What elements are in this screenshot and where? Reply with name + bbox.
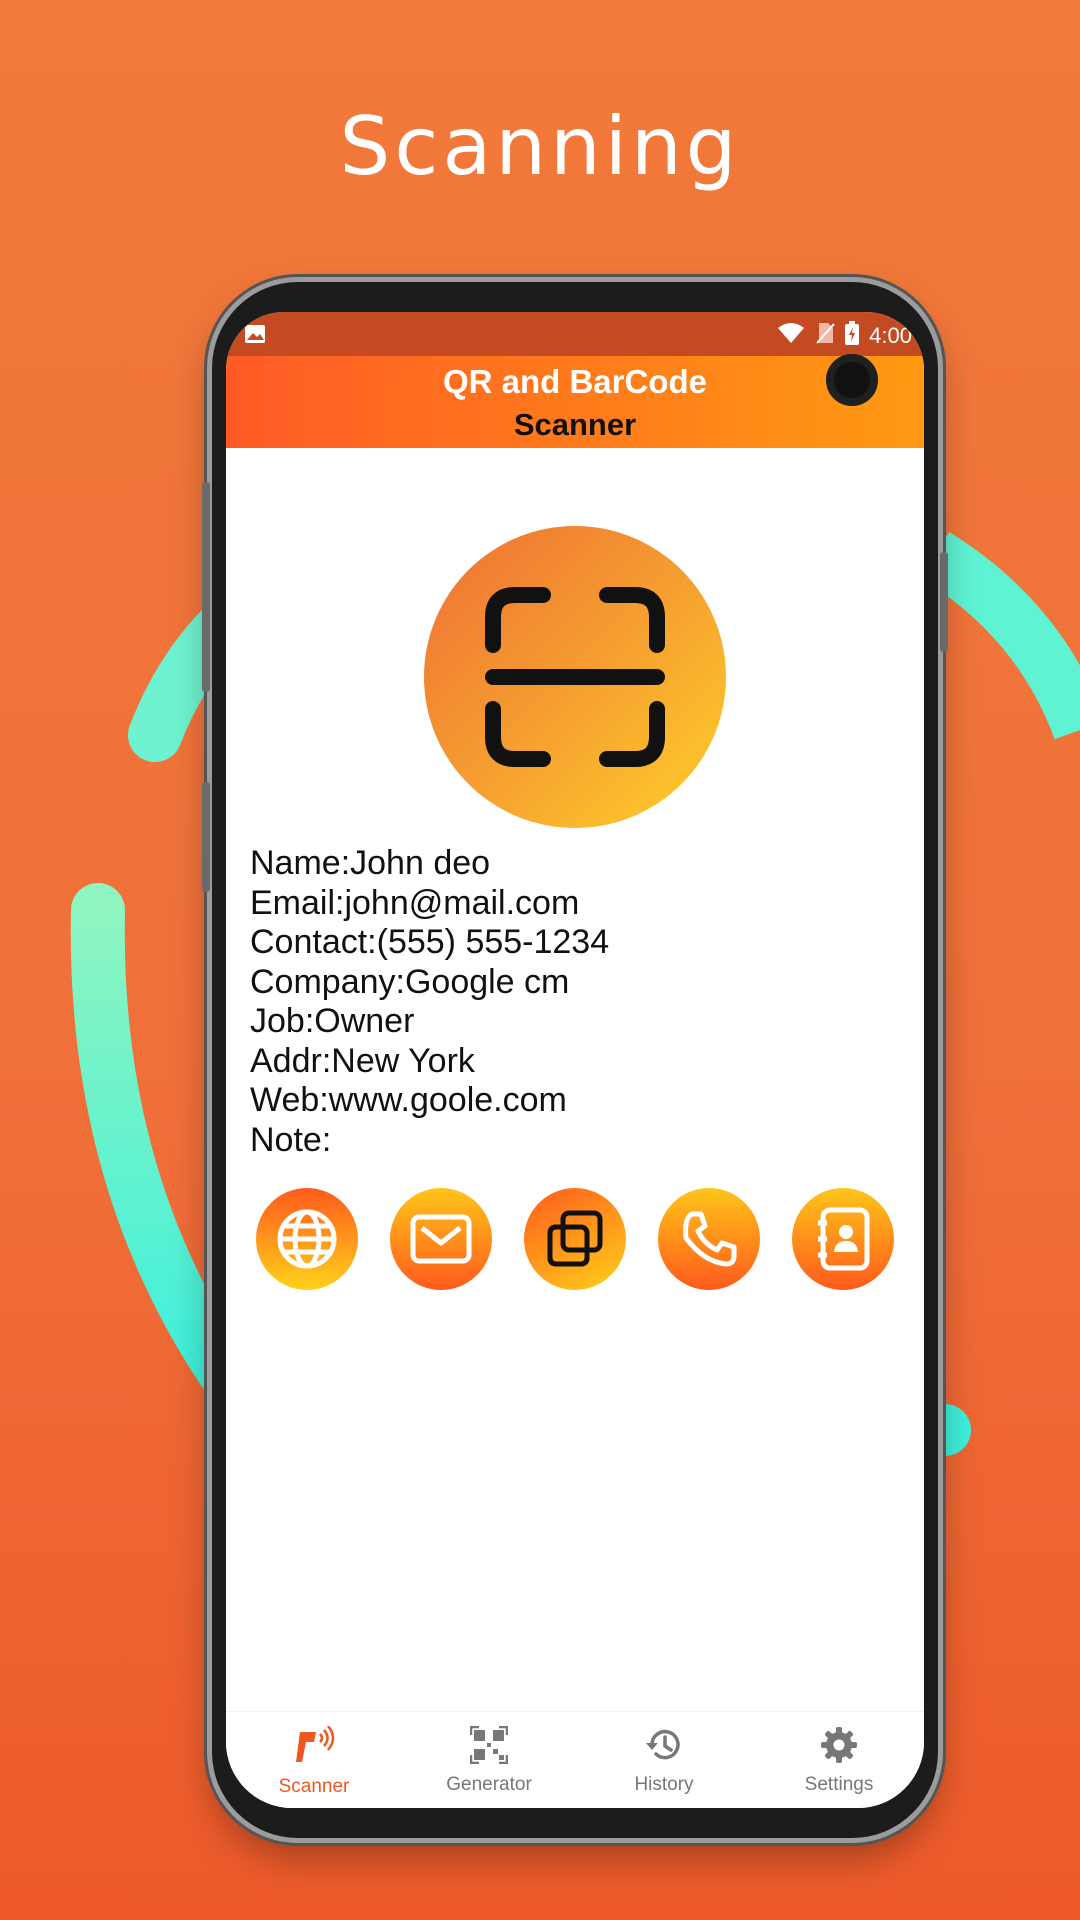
add-contact-button[interactable] [792,1188,894,1290]
result-company: Company:Google cm [250,962,570,1001]
app-title-line1: QR and BarCode [442,363,708,400]
promo-headline: Scanning [339,100,741,193]
phone-icon [683,1211,737,1267]
phone-frame: 4:00 QR and BarCode Scanner Name:John de… [202,282,948,1838]
scan-frame-icon [485,587,665,767]
front-camera [826,354,878,406]
nav-history[interactable]: History [589,1726,739,1796]
result-contact: Contact:(555) 555-1234 [250,923,610,961]
call-button[interactable] [658,1188,760,1290]
result-job: Job:Owner [250,1002,415,1040]
qr-code-icon [469,1725,509,1765]
battery-charging-icon [845,321,860,351]
result-note: Note: [250,1120,332,1159]
scan-button[interactable] [424,526,726,828]
copy-icon [547,1210,603,1267]
scan-result-details: Name:John deo Email:john@mail.com Contac… [250,844,609,1160]
nav-generator-label: Generator [446,1774,532,1795]
copy-button[interactable] [524,1188,626,1290]
result-email: Email:john@mail.com [250,883,580,922]
result-name: Name:John deo [250,844,491,882]
side-button [202,782,210,892]
volume-button [202,482,210,692]
bottom-navigation: Scanner Generator History Settings [226,1711,924,1808]
wifi-icon [777,322,805,350]
nav-scanner-label: Scanner [278,1776,350,1797]
send-email-button[interactable] [390,1188,492,1290]
nav-history-label: History [634,1774,694,1795]
nav-settings-label: Settings [804,1774,874,1795]
email-icon [410,1214,472,1264]
gallery-notification-icon [244,324,266,350]
clock-text: 4:00 [869,323,912,348]
status-bar: 4:00 [226,312,924,356]
app-bar: QR and BarCode Scanner [226,356,924,448]
history-icon [646,1729,680,1760]
phone-screen: 4:00 QR and BarCode Scanner Name:John de… [226,312,924,1808]
app-title-line2: Scanner [513,407,637,442]
result-address: Addr:New York [250,1041,475,1080]
no-sim-icon [815,322,835,350]
gear-icon [821,1727,857,1763]
globe-icon [277,1209,337,1269]
nav-generator[interactable]: Generator [414,1725,564,1796]
nav-settings[interactable]: Settings [764,1726,914,1796]
contact-book-icon [818,1207,870,1271]
power-button [940,552,948,652]
open-web-button[interactable] [256,1188,358,1290]
barcode-scanner-icon [296,1725,335,1762]
action-buttons-row [256,1188,896,1292]
result-web: Web:www.goole.com [250,1081,567,1119]
nav-scanner[interactable]: Scanner [239,1725,389,1798]
